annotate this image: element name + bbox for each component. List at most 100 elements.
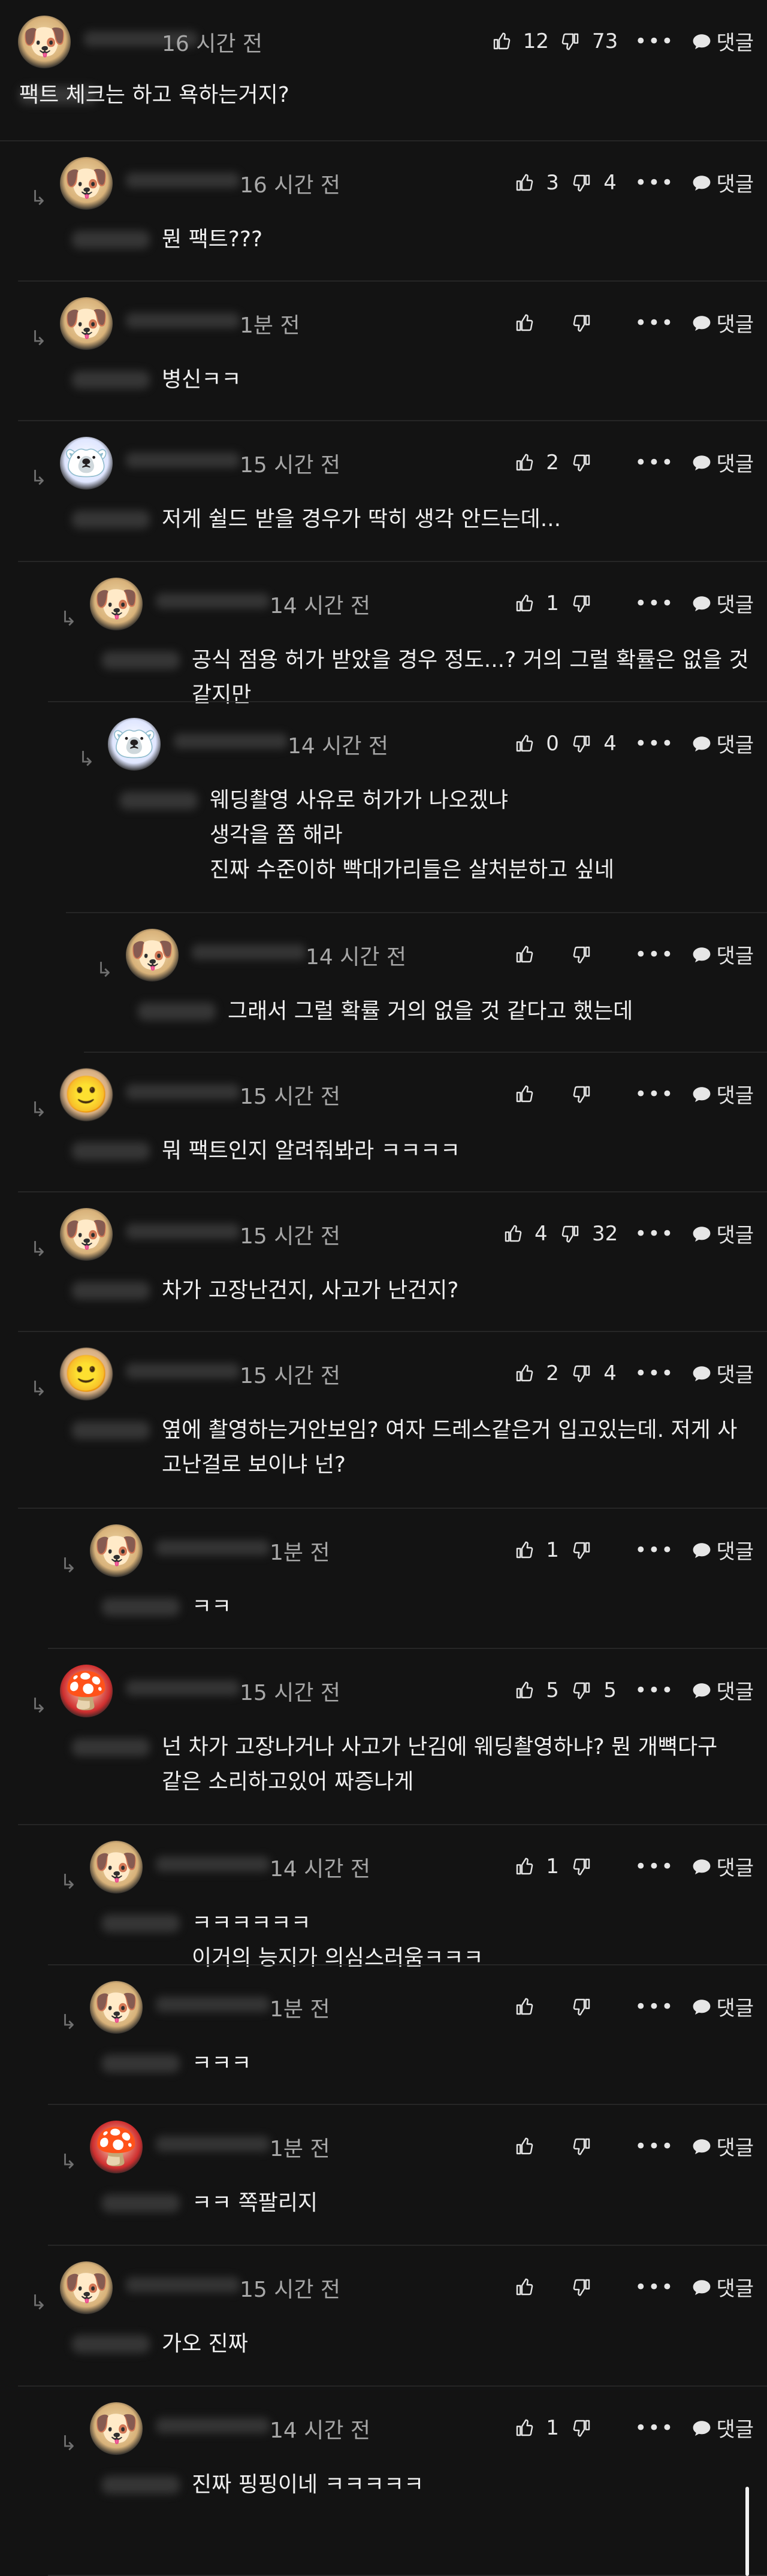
username-redacted[interactable] bbox=[126, 452, 240, 468]
thumbs-up-icon[interactable] bbox=[514, 312, 535, 334]
thumbs-down-icon[interactable] bbox=[571, 593, 593, 614]
username-redacted[interactable] bbox=[126, 1680, 240, 1696]
thumbs-up-icon[interactable] bbox=[514, 452, 535, 473]
username-redacted[interactable] bbox=[126, 1084, 240, 1100]
puppy-avatar-icon[interactable]: 🐶 bbox=[60, 157, 113, 210]
reply-button[interactable]: 댓글 bbox=[691, 588, 754, 618]
username-redacted[interactable] bbox=[156, 1540, 270, 1556]
username-redacted[interactable] bbox=[192, 944, 306, 960]
thumbs-down-icon[interactable] bbox=[571, 452, 593, 473]
polar-bear-avatar-icon[interactable]: 🐻‍❄️ bbox=[108, 718, 161, 771]
username-redacted[interactable] bbox=[174, 733, 288, 749]
thumbs-down-icon[interactable] bbox=[571, 2417, 593, 2439]
username-redacted[interactable] bbox=[156, 1856, 270, 1872]
puppy-avatar-icon[interactable]: 🐶 bbox=[90, 2402, 143, 2455]
thumbs-down-icon[interactable] bbox=[571, 733, 593, 754]
puppy-avatar-icon[interactable]: 🐶 bbox=[60, 2261, 113, 2314]
thumbs-down-icon[interactable] bbox=[571, 1856, 593, 1877]
username-redacted[interactable] bbox=[156, 2418, 270, 2433]
more-options-icon[interactable]: ••• bbox=[629, 29, 680, 53]
puppy-avatar-icon[interactable]: 🐶 bbox=[90, 578, 143, 630]
reply-button[interactable]: 댓글 bbox=[691, 940, 754, 969]
thumbs-up-icon[interactable] bbox=[514, 2417, 535, 2439]
puppy-avatar-icon[interactable]: 🐶 bbox=[60, 297, 113, 350]
thumbs-up-icon[interactable] bbox=[514, 2136, 535, 2157]
thumbs-down-icon[interactable] bbox=[560, 31, 581, 52]
thumbs-up-icon[interactable] bbox=[514, 1996, 535, 2018]
thumbs-up-icon[interactable] bbox=[514, 944, 535, 965]
username-redacted[interactable] bbox=[156, 593, 270, 609]
more-options-icon[interactable]: ••• bbox=[629, 1222, 680, 1246]
thumbs-up-icon[interactable] bbox=[514, 593, 535, 614]
more-options-icon[interactable]: ••• bbox=[629, 451, 680, 475]
reply-button[interactable]: 댓글 bbox=[691, 1358, 754, 1388]
reply-button[interactable]: 댓글 bbox=[691, 1079, 754, 1109]
thumbs-up-icon[interactable] bbox=[514, 1539, 535, 1561]
thumbs-up-icon[interactable] bbox=[514, 733, 535, 754]
scrollbar[interactable] bbox=[745, 2487, 749, 2576]
reply-button[interactable]: 댓글 bbox=[691, 1219, 754, 1248]
more-options-icon[interactable]: ••• bbox=[629, 1538, 680, 1562]
reply-button[interactable]: 댓글 bbox=[691, 2131, 754, 2161]
thumbs-down-icon[interactable] bbox=[571, 2276, 593, 2298]
username-redacted[interactable] bbox=[126, 2277, 240, 2293]
reply-button[interactable]: 댓글 bbox=[691, 1675, 754, 1705]
more-options-icon[interactable]: ••• bbox=[629, 311, 680, 335]
username-redacted[interactable] bbox=[126, 1224, 240, 1239]
thumbs-up-icon[interactable] bbox=[514, 1363, 535, 1384]
thumbs-down-icon[interactable] bbox=[571, 1083, 593, 1105]
thumbs-down-icon[interactable] bbox=[571, 1539, 593, 1561]
reply-button[interactable]: 댓글 bbox=[691, 448, 754, 477]
thumbs-up-icon[interactable] bbox=[502, 1223, 524, 1245]
reply-button[interactable]: 댓글 bbox=[691, 168, 754, 197]
more-options-icon[interactable]: ••• bbox=[629, 2134, 680, 2158]
polar-bear-avatar-icon[interactable]: 🐻‍❄️ bbox=[60, 437, 113, 490]
reply-button[interactable]: 댓글 bbox=[691, 1535, 754, 1565]
username-redacted[interactable] bbox=[156, 2136, 270, 2152]
puppy-avatar-icon[interactable]: 🐶 bbox=[90, 1841, 143, 1894]
reply-button[interactable]: 댓글 bbox=[691, 2413, 754, 2442]
username-redacted[interactable] bbox=[156, 1997, 270, 2012]
thumbs-down-icon[interactable] bbox=[571, 944, 593, 965]
thumbs-down-icon[interactable] bbox=[571, 1363, 593, 1384]
username-redacted[interactable] bbox=[126, 313, 240, 328]
thumbs-up-icon[interactable] bbox=[514, 1856, 535, 1877]
more-options-icon[interactable]: ••• bbox=[629, 1361, 680, 1385]
more-options-icon[interactable]: ••• bbox=[629, 943, 680, 967]
thumbs-down-icon[interactable] bbox=[571, 1680, 593, 1701]
username-redacted[interactable] bbox=[126, 173, 240, 188]
thumbs-down-icon[interactable] bbox=[571, 172, 593, 194]
more-options-icon[interactable]: ••• bbox=[629, 732, 680, 756]
more-options-icon[interactable]: ••• bbox=[629, 1855, 680, 1879]
thumbs-up-icon[interactable] bbox=[491, 31, 512, 52]
more-options-icon[interactable]: ••• bbox=[629, 591, 680, 615]
thumbs-down-icon[interactable] bbox=[571, 312, 593, 334]
more-options-icon[interactable]: ••• bbox=[629, 2275, 680, 2299]
mario-avatar-icon[interactable]: 🍄 bbox=[90, 2121, 143, 2173]
blurred-avatar-icon[interactable]: 🙂 bbox=[60, 1348, 113, 1400]
username-redacted[interactable] bbox=[126, 1363, 240, 1379]
reply-button[interactable]: 댓글 bbox=[691, 1852, 754, 1881]
thumbs-up-icon[interactable] bbox=[514, 1083, 535, 1105]
reply-button[interactable]: 댓글 bbox=[691, 26, 754, 56]
puppy-avatar-icon[interactable]: 🐶 bbox=[18, 16, 71, 68]
puppy-avatar-icon[interactable]: 🐶 bbox=[90, 1981, 143, 2034]
more-options-icon[interactable]: ••• bbox=[629, 1995, 680, 2019]
puppy-avatar-icon[interactable]: 🐶 bbox=[126, 929, 179, 982]
thumbs-down-icon[interactable] bbox=[571, 2136, 593, 2157]
more-options-icon[interactable]: ••• bbox=[629, 171, 680, 195]
more-options-icon[interactable]: ••• bbox=[629, 1678, 680, 1702]
puppy-avatar-icon[interactable]: 🐶 bbox=[60, 1208, 113, 1261]
puppy-avatar-icon[interactable]: 🐶 bbox=[90, 1524, 143, 1577]
thumbs-up-icon[interactable] bbox=[514, 172, 535, 194]
reply-button[interactable]: 댓글 bbox=[691, 1992, 754, 2021]
reply-button[interactable]: 댓글 bbox=[691, 308, 754, 337]
thumbs-up-icon[interactable] bbox=[514, 1680, 535, 1701]
reply-button[interactable]: 댓글 bbox=[691, 2272, 754, 2302]
blurred-avatar-icon[interactable]: 🙂 bbox=[60, 1068, 113, 1121]
mario-avatar-icon[interactable]: 🍄 bbox=[60, 1665, 113, 1717]
thumbs-down-icon[interactable] bbox=[571, 1996, 593, 2018]
thumbs-up-icon[interactable] bbox=[514, 2276, 535, 2298]
more-options-icon[interactable]: ••• bbox=[629, 1082, 680, 1106]
reply-button[interactable]: 댓글 bbox=[691, 729, 754, 758]
